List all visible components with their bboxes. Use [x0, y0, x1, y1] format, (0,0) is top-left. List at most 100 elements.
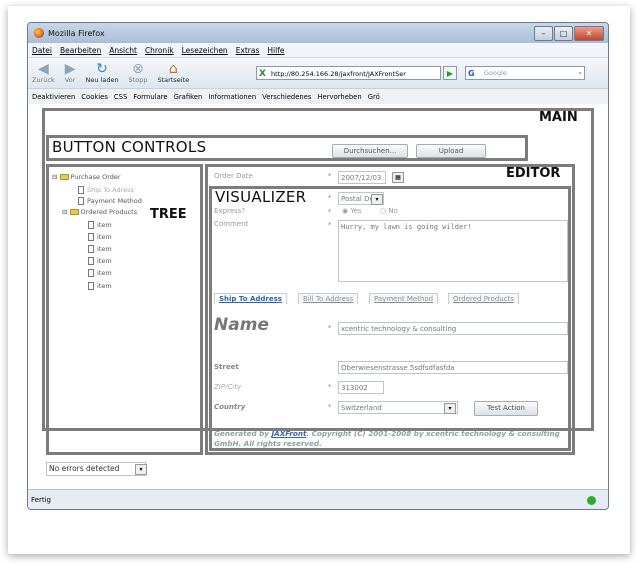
browse-button[interactable]: Durchsuchen... [332, 144, 408, 158]
name-input[interactable]: xcentric technology & consulting [338, 322, 568, 335]
toolbar-informationen[interactable]: Informationen [208, 93, 256, 101]
name-label: Name [214, 315, 269, 335]
menu-chronik[interactable]: Chronik [145, 46, 174, 55]
chevron-down-icon[interactable]: ▾ [371, 194, 383, 205]
tree-item-2[interactable]: item [88, 233, 112, 241]
tab-bill-to-address[interactable]: Bill To Address [298, 293, 359, 304]
tree-item-5[interactable]: item [88, 269, 112, 277]
document-icon [78, 197, 84, 205]
tree-item-1[interactable]: item [88, 221, 112, 229]
document-icon [88, 233, 94, 241]
required-marker: * [328, 324, 332, 332]
page-content: MAIN BUTTON CONTROLS Durchsuchen... Uplo… [28, 104, 608, 489]
search-input[interactable]: G Google ⌕ [465, 66, 585, 80]
tab-ordered-products[interactable]: Ordered Products [448, 293, 519, 304]
status-bar: Fertig [28, 489, 608, 509]
forward-button[interactable]: ▶ Vor [65, 62, 76, 84]
search-icon: ⌕ [578, 69, 582, 77]
order-date-input[interactable]: 2007/12/03 [338, 171, 386, 184]
required-marker: * [328, 403, 332, 411]
minimize-icon[interactable]: – [534, 26, 553, 41]
radio-no[interactable]: ○ No [380, 207, 398, 215]
tree-root[interactable]: ⊟ Purchase Order [52, 173, 121, 181]
back-button[interactable]: ◀ Zurück [32, 62, 55, 84]
expand-icon: ⊟ [52, 173, 58, 181]
site-icon: X [259, 69, 266, 79]
country-select[interactable]: Switzerland [338, 401, 458, 414]
browser-window: Mozilla Firefox – □ ✕ Datei Bearbeiten A… [27, 22, 609, 510]
zip-label: ZIP/City [214, 383, 242, 391]
menu-datei[interactable]: Datei [32, 46, 52, 55]
firefox-logo-icon [34, 28, 44, 38]
test-action-button[interactable]: Test Action [474, 401, 538, 416]
tab-ship-to-address[interactable]: Ship To Address [214, 293, 287, 304]
radio-yes[interactable]: ◉ Yes [342, 207, 362, 215]
button-controls-label: BUTTON CONTROLS [52, 138, 207, 156]
status-ok-icon [587, 496, 596, 505]
tree-item-4[interactable]: item [88, 257, 112, 265]
menu-hilfe[interactable]: Hilfe [267, 46, 284, 55]
menu-ansicht[interactable]: Ansicht [109, 46, 137, 55]
tree-item-6[interactable]: item [88, 282, 112, 290]
required-marker: * [328, 172, 332, 180]
home-icon: ⌂ [168, 61, 178, 77]
home-button[interactable]: ⌂ Startseite [157, 62, 189, 84]
forward-arrow-icon: ▶ [64, 61, 76, 77]
toolbar-cookies[interactable]: Cookies [81, 93, 108, 101]
street-input[interactable]: Oberwiesenstrasse 5sdfsdfasfda [338, 361, 568, 374]
tree-ordered-products[interactable]: ⊟ Ordered Products [62, 208, 137, 216]
go-button[interactable]: ▶ [443, 66, 457, 80]
copyright-footer: Generated by JAXFront. Copyright (C) 200… [214, 429, 560, 448]
tab-payment-method[interactable]: Payment Method [369, 293, 439, 304]
url-bar[interactable]: Xhttp://80.254.166.28/jaxfront/JAXFrontS… [256, 66, 441, 80]
toolbar-groesse[interactable]: Grö [368, 93, 380, 101]
comment-label: Comment [214, 220, 249, 228]
menu-extras[interactable]: Extras [236, 46, 260, 55]
comment-textarea[interactable]: Hurry, my lawn is going wilder! [338, 220, 568, 282]
toolbar-deaktivieren[interactable]: Deaktivieren [32, 93, 75, 101]
menu-bearbeiten[interactable]: Bearbeiten [60, 46, 101, 55]
window-title: Mozilla Firefox [48, 28, 105, 38]
upload-button[interactable]: Upload [416, 144, 486, 158]
close-icon[interactable]: ✕ [574, 26, 604, 41]
tree-payment[interactable]: Payment Method [78, 197, 142, 205]
radio-empty-icon: ○ [380, 207, 387, 215]
document-icon [78, 186, 84, 194]
error-status-select[interactable]: No errors detected [46, 462, 146, 476]
tree-item-3[interactable]: item [88, 245, 112, 253]
street-label: Street [214, 363, 239, 371]
expand-icon: ⊟ [62, 208, 68, 216]
required-marker: * [328, 221, 332, 229]
folder-icon [59, 174, 69, 180]
document-icon [88, 221, 94, 229]
back-arrow-icon: ◀ [37, 61, 49, 77]
tree-label: TREE [150, 207, 187, 222]
toolbar-grafiken[interactable]: Grafiken [174, 93, 203, 101]
jaxfront-link[interactable]: JAXFront [271, 429, 306, 438]
editor-label: EDITOR [506, 166, 561, 181]
visualizer-label: VISUALIZER [215, 188, 307, 206]
document-icon [88, 269, 94, 277]
order-date-label: Order Date [214, 172, 253, 180]
stop-button[interactable]: ⊗ Stopp [129, 62, 148, 84]
required-marker: * [328, 383, 332, 391]
maximize-icon[interactable]: □ [554, 26, 573, 41]
zip-input[interactable]: 313002 [338, 381, 384, 394]
radio-selected-icon: ◉ [342, 207, 349, 215]
title-bar: Mozilla Firefox – □ ✕ [28, 23, 608, 43]
document-icon [88, 257, 94, 265]
toolbar-formulare[interactable]: Formulare [133, 93, 167, 101]
chevron-down-icon[interactable]: ▾ [135, 464, 147, 475]
required-marker: * [328, 194, 332, 202]
chevron-down-icon[interactable]: ▾ [444, 403, 456, 414]
navigation-toolbar: ◀ Zurück ▶ Vor ↻ Neu laden ⊗ Stopp ⌂ Startsei… [28, 58, 608, 89]
toolbar-verschiedenes[interactable]: Verschiedenes [262, 93, 311, 101]
calendar-icon[interactable]: ▦ [392, 172, 404, 183]
stop-icon: ⊗ [132, 61, 144, 77]
toolbar-css[interactable]: CSS [114, 93, 127, 101]
reload-button[interactable]: ↻ Neu laden [85, 62, 118, 84]
menu-lesezeichen[interactable]: Lesezeichen [182, 46, 228, 55]
express-label: Express? [214, 207, 246, 215]
toolbar-hervorheben[interactable]: Hervorheben [317, 93, 361, 101]
tree-ship-to[interactable]: Ship To Adress [78, 186, 134, 194]
